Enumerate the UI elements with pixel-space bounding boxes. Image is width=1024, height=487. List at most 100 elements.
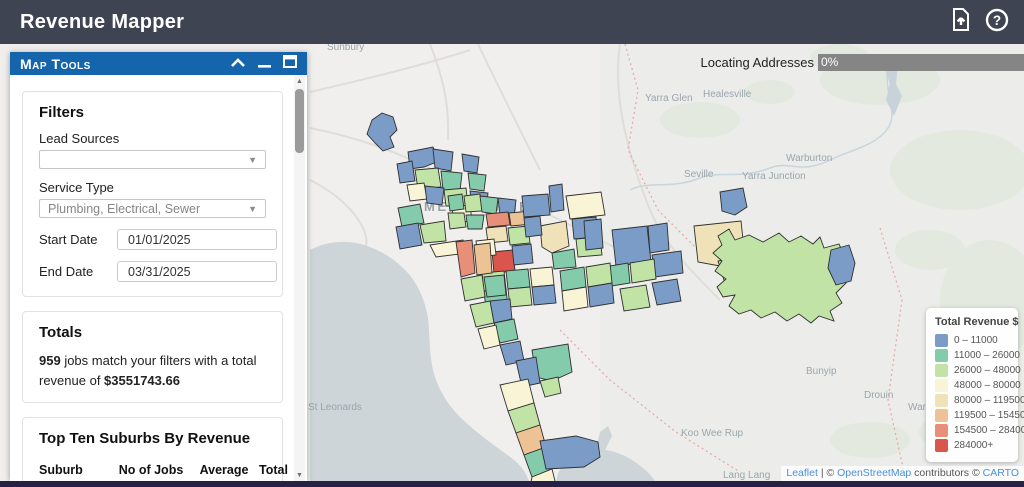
end-date-row: End Date: [39, 261, 266, 282]
suburb-region[interactable]: [448, 194, 464, 211]
map-tools-title: Map Tools: [20, 56, 91, 72]
suburb-region[interactable]: [486, 212, 510, 227]
suburb-region[interactable]: [588, 283, 614, 307]
legend-swatch: [935, 394, 948, 407]
service-type-select[interactable]: Plumbing, Electrical, Sewer ▼: [39, 199, 266, 218]
scroll-down-arrow-icon[interactable]: ▼: [294, 469, 305, 481]
dropdown-caret-icon: ▼: [248, 204, 257, 214]
maximize-button[interactable]: [283, 55, 297, 73]
export-button[interactable]: [948, 9, 974, 35]
scroll-up-arrow-icon[interactable]: ▲: [294, 75, 305, 87]
legend-item: 0 – 11000: [935, 334, 1009, 347]
suburb-region[interactable]: [398, 204, 424, 227]
suburb-region[interactable]: [540, 221, 569, 253]
minimize-icon: [258, 55, 271, 73]
suburb-region[interactable]: [562, 287, 588, 311]
maximize-icon: [283, 55, 297, 73]
lead-sources-select[interactable]: ▼: [39, 150, 266, 169]
legend-item: 154500 – 284000: [935, 424, 1009, 437]
openstreetmap-link[interactable]: OpenStreetMap: [837, 467, 911, 479]
start-date-label: Start Date: [39, 232, 117, 247]
header-actions: ?: [948, 9, 1010, 35]
leaflet-link[interactable]: Leaflet: [786, 467, 818, 479]
suburb-region[interactable]: [652, 251, 683, 277]
suburb-region[interactable]: [612, 226, 651, 266]
suburb-region[interactable]: [484, 275, 506, 297]
attribution-separator: | ©: [818, 467, 837, 479]
service-type-value: Plumbing, Electrical, Sewer: [48, 202, 248, 216]
suburb-region[interactable]: [630, 259, 656, 283]
place-label: Warburton: [786, 153, 832, 164]
legend-swatch: [935, 409, 948, 422]
suburb-region[interactable]: [464, 194, 482, 212]
place-label: Drouin: [864, 390, 893, 401]
suburb-region[interactable]: [566, 192, 605, 219]
place-label: Lang Lang: [723, 470, 770, 481]
legend-swatch: [935, 379, 948, 392]
col-jobs: No of Jobs: [113, 463, 189, 477]
suburb-region[interactable]: [396, 223, 422, 249]
suburb-region[interactable]: [506, 269, 530, 289]
totals-card: Totals 959 jobs match your filters with …: [22, 311, 283, 403]
suburb-region[interactable]: [512, 244, 533, 265]
start-date-input[interactable]: [117, 229, 277, 250]
suburb-region[interactable]: [648, 223, 669, 253]
suburb-region[interactable]: [466, 215, 484, 229]
svg-text:?: ?: [993, 13, 1001, 28]
scrollbar-thumb[interactable]: [295, 89, 304, 153]
suburb-region[interactable]: [584, 219, 603, 250]
legend-swatch: [935, 364, 948, 377]
suburb-region[interactable]: [532, 285, 556, 305]
start-date-row: Start Date: [39, 229, 266, 250]
place-label: Yarra Glen: [645, 93, 693, 104]
col-suburb: Suburb: [39, 463, 113, 477]
question-circle-icon: ?: [985, 8, 1009, 37]
service-type-label: Service Type: [39, 180, 266, 195]
suburb-region[interactable]: [652, 279, 681, 305]
panel-controls: [230, 55, 297, 73]
suburb-region[interactable]: [407, 183, 427, 201]
export-file-icon: [951, 8, 971, 37]
map-tools-header[interactable]: Map Tools: [10, 52, 307, 75]
help-button[interactable]: ?: [984, 9, 1010, 35]
suburb-region[interactable]: [620, 285, 650, 311]
legend-item: 80000 – 119500: [935, 394, 1009, 407]
legend-swatch: [935, 439, 948, 452]
collapse-button[interactable]: [230, 55, 246, 73]
suburb-region[interactable]: [474, 243, 492, 275]
suburb-region[interactable]: [425, 186, 444, 205]
progress-label: Locating Addresses: [701, 55, 814, 70]
suburb-region[interactable]: [448, 213, 466, 229]
place-label: Seville: [684, 169, 714, 180]
legend-swatch: [935, 424, 948, 437]
progress-percent: 0%: [821, 55, 838, 69]
suburb-region[interactable]: [397, 161, 415, 183]
carto-link[interactable]: CARTO: [983, 467, 1019, 479]
revenue-mapper-app: MELBOURNE SunburyYarra GlenHealesvilleSe…: [0, 0, 1024, 487]
place-label: Bunyip: [806, 366, 837, 377]
place-label: Yarra Junction: [742, 171, 806, 182]
minimize-button[interactable]: [258, 55, 271, 73]
suburb-region[interactable]: [433, 149, 453, 171]
suburb-region[interactable]: [461, 275, 485, 301]
suburb-region[interactable]: [462, 154, 479, 173]
suburb-region[interactable]: [480, 196, 498, 214]
suburb-region[interactable]: [522, 194, 550, 217]
suburb-region[interactable]: [508, 287, 532, 307]
lead-sources-label: Lead Sources: [39, 131, 266, 146]
panel-scrollbar[interactable]: ▲ ▼: [294, 75, 305, 481]
col-average: Average: [189, 463, 259, 477]
end-date-label: End Date: [39, 264, 117, 279]
suburb-region[interactable]: [420, 221, 446, 243]
suburb-region[interactable]: [552, 249, 576, 269]
end-date-input[interactable]: [117, 261, 277, 282]
col-total: Total: [259, 463, 288, 477]
place-label: St Leonards: [308, 402, 362, 413]
suburb-region[interactable]: [524, 216, 542, 237]
suburb-region[interactable]: [530, 267, 554, 287]
totals-heading: Totals: [39, 324, 266, 341]
suburb-region[interactable]: [468, 173, 486, 191]
legend-item: 11000 – 26000: [935, 349, 1009, 362]
legend-item: 48000 – 80000: [935, 379, 1009, 392]
suburb-region[interactable]: [549, 184, 564, 212]
